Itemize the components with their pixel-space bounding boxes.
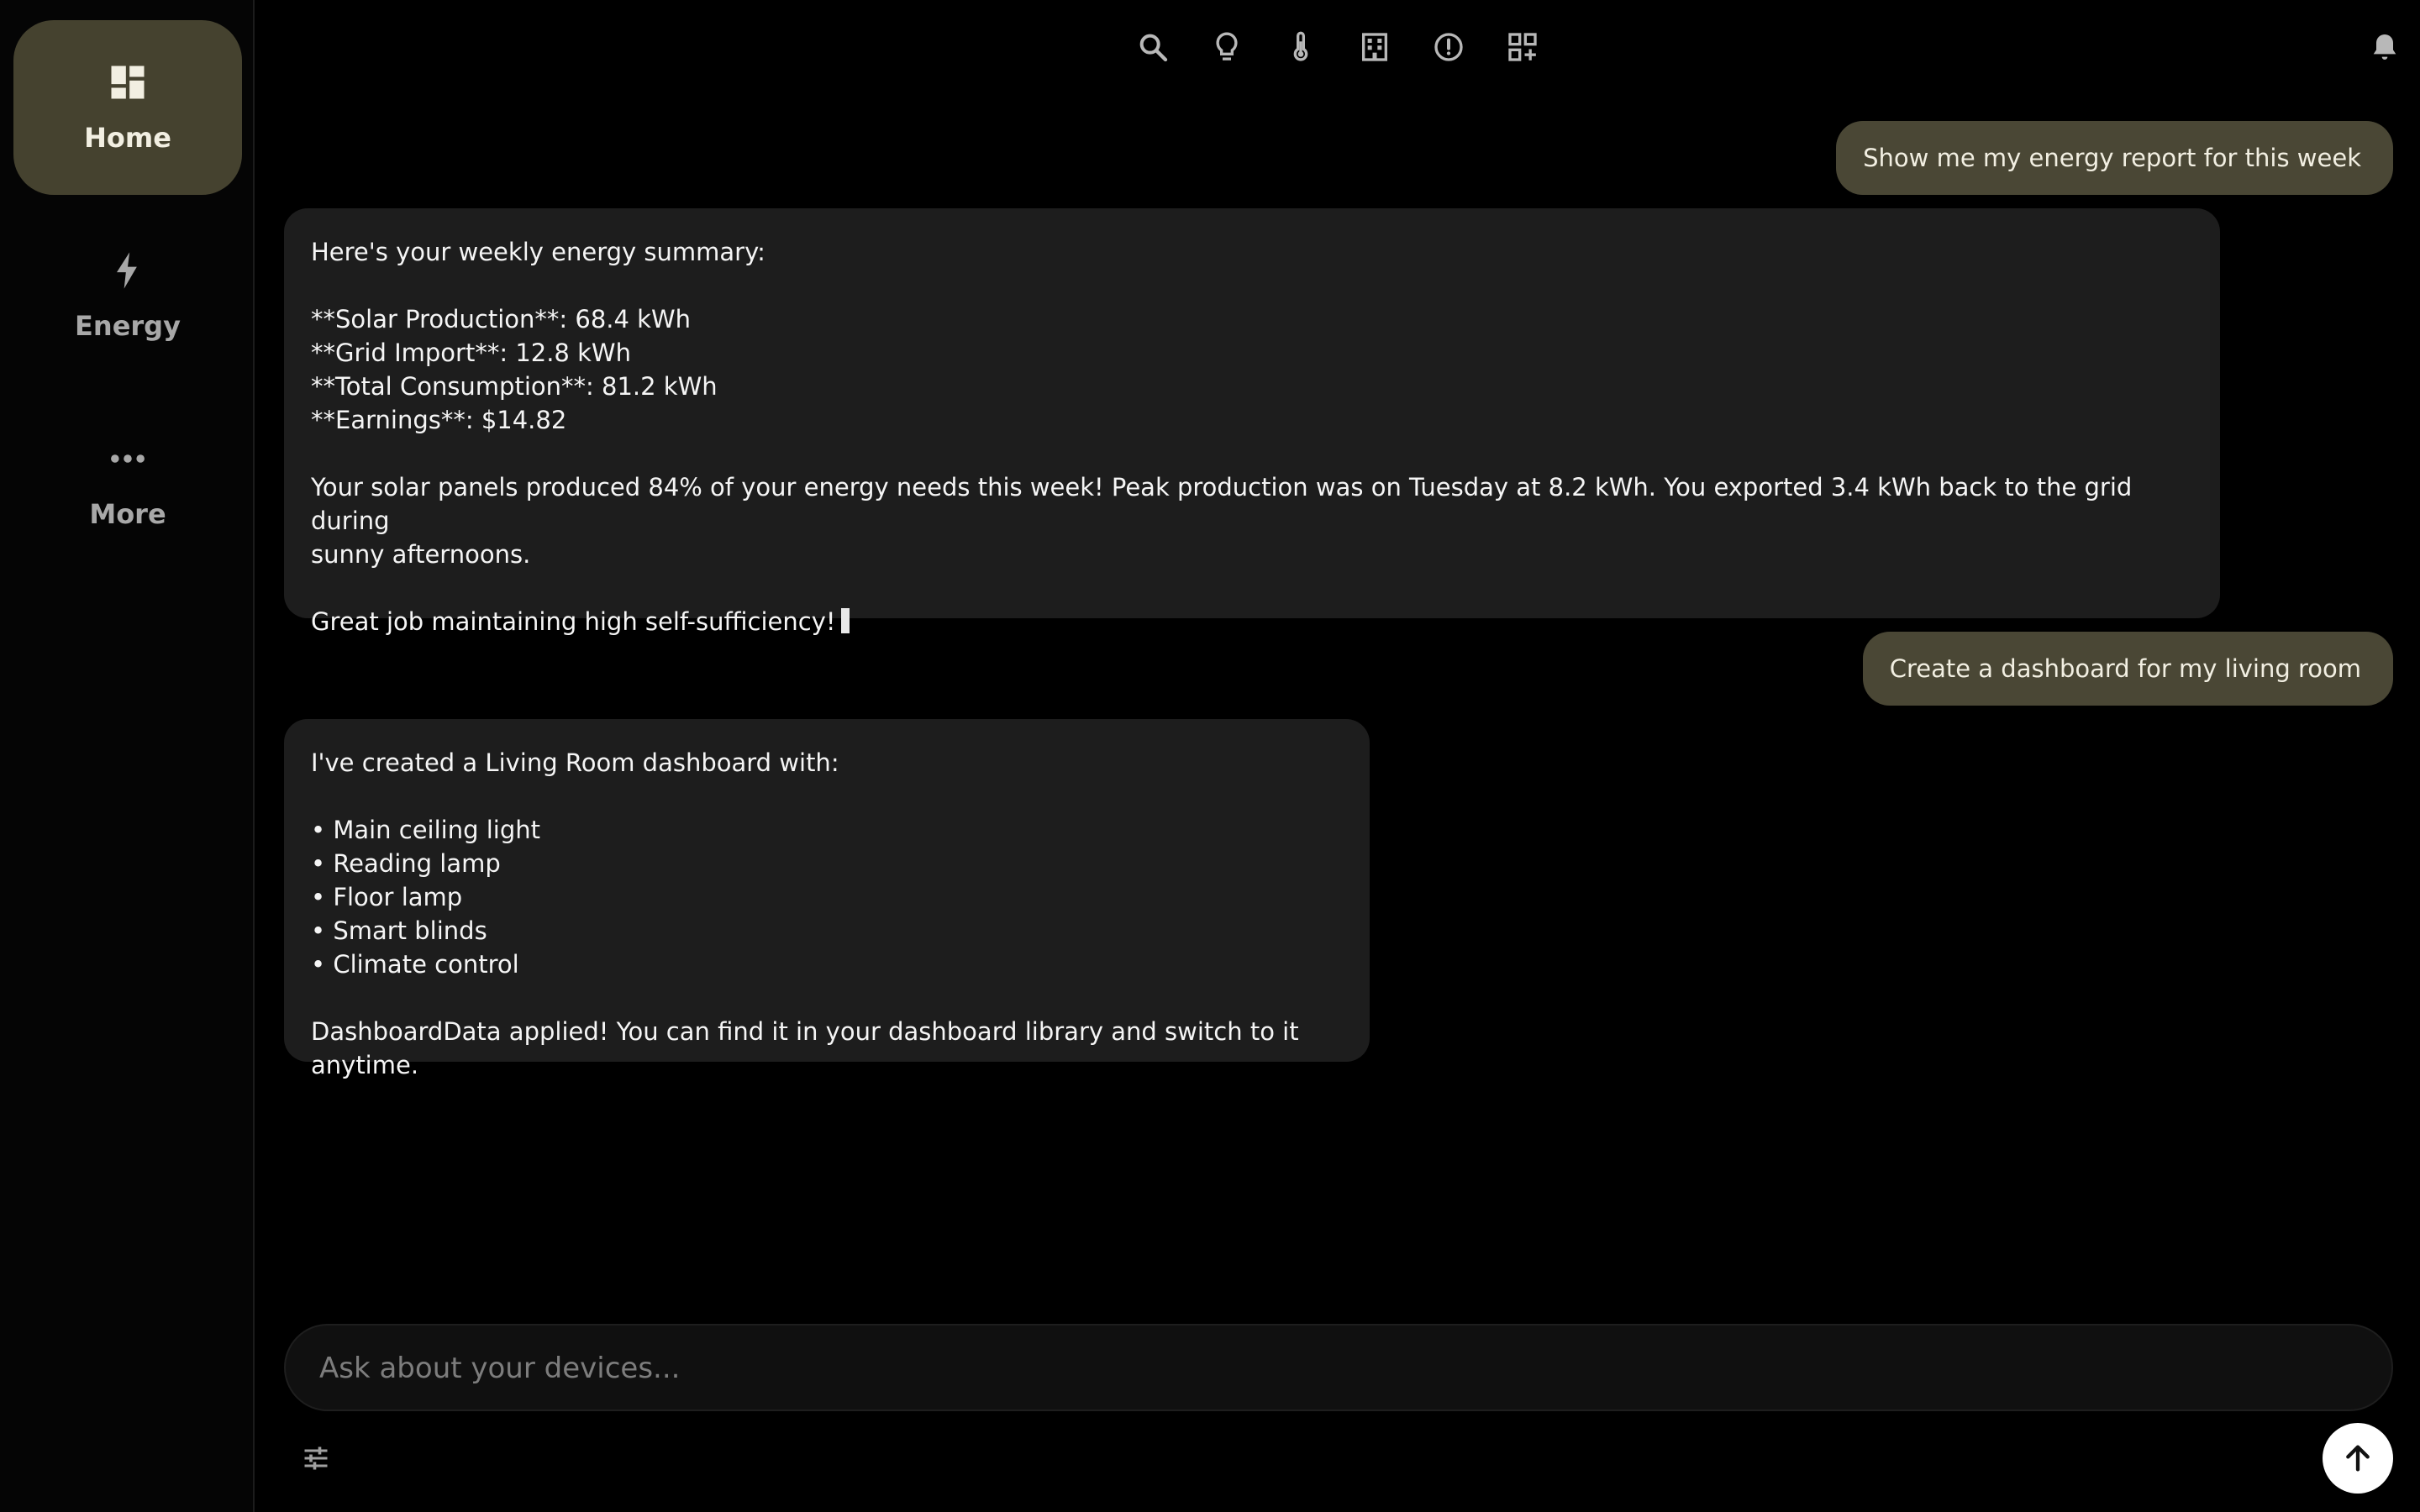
- arrow-up-icon: [2346, 1445, 2370, 1472]
- chat-input-container: [284, 1324, 2393, 1411]
- add-widget-icon[interactable]: [1502, 27, 1543, 67]
- assistant-message-text: Here's your weekly energy summary: **Sol…: [311, 238, 2133, 636]
- lightbulb-icon[interactable]: [1207, 27, 1247, 67]
- sidebar-item-energy[interactable]: Energy: [13, 208, 242, 383]
- more-dots-icon: [106, 437, 150, 480]
- sidebar-item-label: Energy: [75, 310, 181, 342]
- sidebar: Home Energy More: [0, 0, 255, 1512]
- lightning-icon: [106, 249, 150, 292]
- sidebar-item-label: More: [89, 498, 166, 530]
- assistant-message: I've created a Living Room dashboard wit…: [284, 719, 1370, 1079]
- alert-icon[interactable]: [1428, 27, 1469, 67]
- chat-input[interactable]: [318, 1326, 2354, 1411]
- settings-sliders-icon[interactable]: [301, 1443, 334, 1477]
- sidebar-item-more[interactable]: More: [13, 396, 242, 571]
- assistant-message: Here's your weekly energy summary: **Sol…: [284, 208, 2220, 636]
- send-button[interactable]: [2323, 1423, 2393, 1494]
- user-message: Create a dashboard for my living room: [1862, 632, 2393, 706]
- bell-icon[interactable]: [2365, 27, 2405, 67]
- typing-cursor: [840, 608, 850, 633]
- user-message: Show me my energy report for this week: [1836, 121, 2393, 195]
- building-icon[interactable]: [1355, 27, 1395, 67]
- search-icon[interactable]: [1133, 27, 1173, 67]
- sidebar-item-home[interactable]: Home: [13, 20, 242, 195]
- thermometer-icon[interactable]: [1281, 27, 1321, 67]
- sidebar-item-label: Home: [84, 122, 171, 154]
- dashboard-icon: [106, 60, 150, 104]
- app-root: Home Energy More Show me my energy repor…: [0, 0, 2420, 1512]
